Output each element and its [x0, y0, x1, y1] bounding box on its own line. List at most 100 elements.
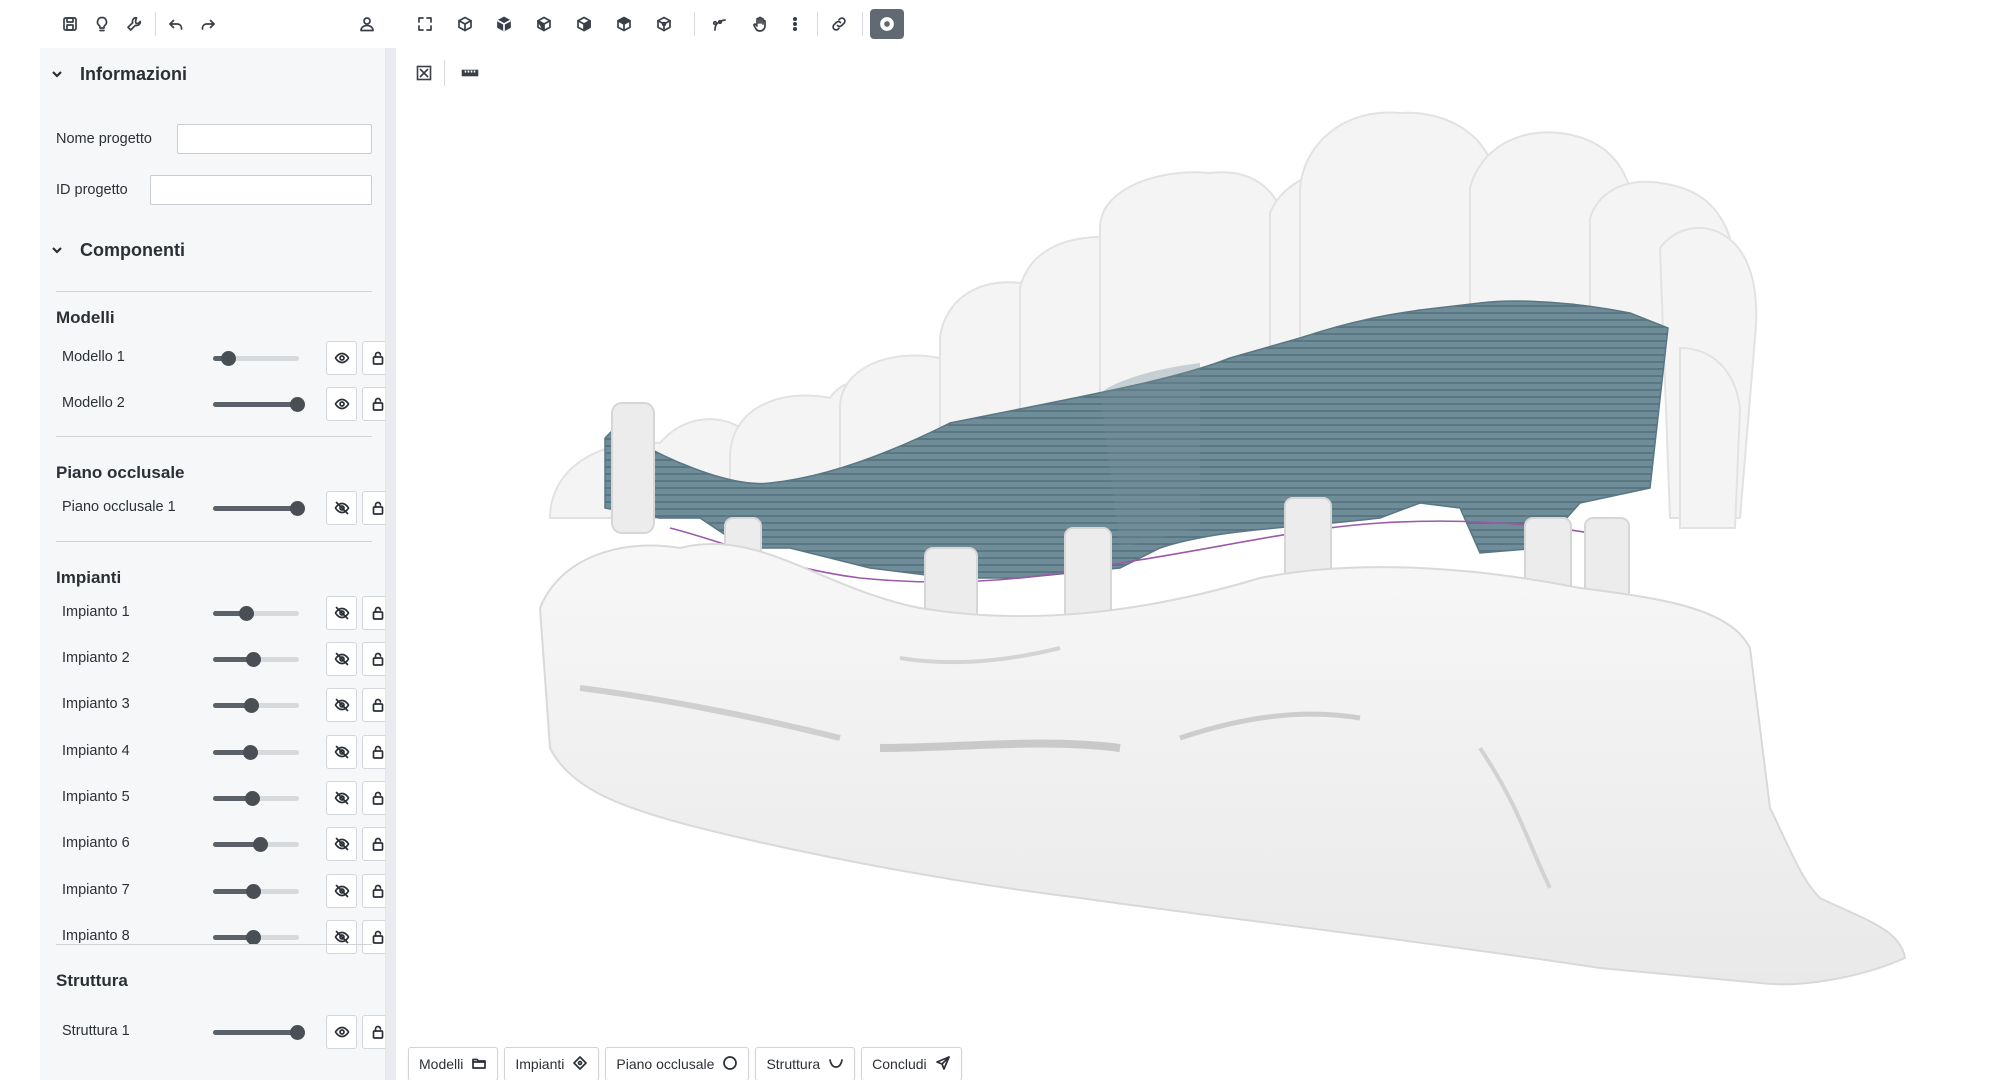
opacity-slider[interactable]: [213, 1025, 306, 1040]
panel-scrollbar[interactable]: [386, 48, 396, 1080]
lock-open-icon[interactable]: [362, 491, 385, 525]
opacity-slider[interactable]: [213, 930, 299, 945]
component-label: Piano occlusale 1: [62, 499, 176, 515]
component-row: Modello 2: [62, 387, 385, 421]
slider-fill: [213, 506, 298, 511]
informazioni-section-header[interactable]: Informazioni: [50, 60, 187, 88]
eye-off-icon[interactable]: [326, 920, 357, 954]
disc-toggle-icon[interactable]: [870, 9, 904, 39]
lock-open-icon[interactable]: [362, 1015, 385, 1049]
opacity-slider[interactable]: [213, 501, 306, 516]
lock-open-icon[interactable]: [362, 642, 385, 676]
step-piano-occlusale[interactable]: Piano occlusale: [605, 1047, 750, 1080]
save-icon[interactable]: [56, 10, 84, 38]
user-icon[interactable]: [353, 10, 381, 38]
lock-open-icon[interactable]: [362, 341, 385, 375]
component-row: Modello 1: [62, 341, 385, 375]
slider-knob[interactable]: [245, 652, 261, 667]
redo-icon[interactable]: [194, 10, 222, 38]
slider-knob[interactable]: [244, 791, 260, 806]
component-row: Impianto 5: [62, 781, 385, 815]
component-row: Impianto 7: [62, 874, 385, 908]
cube-view-1-icon[interactable]: [451, 10, 479, 38]
component-row: Impianto 2: [62, 642, 385, 676]
cube-view-4-icon[interactable]: [570, 10, 598, 38]
slider-knob[interactable]: [245, 930, 261, 945]
component-row: Impianto 4: [62, 735, 385, 769]
slider-knob[interactable]: [290, 1025, 306, 1040]
step-impianti[interactable]: Impianti: [504, 1047, 600, 1080]
slider-knob[interactable]: [290, 397, 306, 412]
step-struttura[interactable]: Struttura: [755, 1047, 856, 1080]
opacity-slider[interactable]: [213, 606, 299, 621]
opacity-slider[interactable]: [213, 698, 299, 713]
eye-off-icon[interactable]: [326, 642, 357, 676]
slider-knob[interactable]: [245, 884, 261, 899]
more-vertical-icon[interactable]: [781, 10, 809, 38]
lock-open-icon[interactable]: [362, 735, 385, 769]
cube-view-3-icon[interactable]: [530, 10, 558, 38]
componenti-section-header[interactable]: Componenti: [50, 236, 185, 264]
wrench-icon[interactable]: [120, 10, 148, 38]
link-icon[interactable]: [825, 10, 853, 38]
component-label: Impianto 8: [62, 928, 130, 944]
opacity-slider[interactable]: [213, 351, 299, 366]
component-label: Impianto 5: [62, 789, 130, 805]
step-concludi[interactable]: Concludi: [861, 1047, 962, 1080]
component-row: Struttura 1: [62, 1015, 385, 1049]
lock-open-icon[interactable]: [362, 688, 385, 722]
opacity-slider[interactable]: [213, 791, 299, 806]
eye-off-icon[interactable]: [326, 735, 357, 769]
slider-knob[interactable]: [221, 351, 237, 366]
opacity-slider[interactable]: [213, 652, 299, 667]
arch-icon: [828, 1055, 844, 1074]
lock-open-icon[interactable]: [362, 387, 385, 421]
eye-icon[interactable]: [326, 387, 357, 421]
component-label: Impianto 2: [62, 650, 130, 666]
cube-view-6-icon[interactable]: [650, 10, 678, 38]
cube-view-5-icon[interactable]: [610, 10, 638, 38]
eye-off-icon[interactable]: [326, 781, 357, 815]
slider-knob[interactable]: [290, 501, 306, 516]
eye-off-icon[interactable]: [326, 827, 357, 861]
circle-icon: [722, 1055, 738, 1074]
eye-off-icon[interactable]: [326, 688, 357, 722]
cube-view-2-icon[interactable]: [490, 10, 518, 38]
lock-open-icon[interactable]: [362, 874, 385, 908]
curve-tool-icon[interactable]: [706, 10, 734, 38]
eye-off-icon[interactable]: [326, 874, 357, 908]
eye-off-icon[interactable]: [326, 596, 357, 630]
3d-viewport[interactable]: [400, 48, 2000, 1080]
component-label: Impianto 3: [62, 696, 130, 712]
side-panel: Informazioni Nome progetto ID progetto C…: [40, 48, 386, 1080]
hand-pan-icon[interactable]: [746, 10, 774, 38]
eye-icon[interactable]: [326, 1015, 357, 1049]
top-toolbar: [0, 0, 2000, 48]
slider-knob[interactable]: [238, 606, 254, 621]
opacity-slider[interactable]: [213, 745, 299, 760]
project-name-input[interactable]: [177, 124, 372, 154]
slider-knob[interactable]: [242, 745, 258, 760]
opacity-slider[interactable]: [213, 837, 299, 852]
lock-open-icon[interactable]: [362, 781, 385, 815]
lock-open-icon[interactable]: [362, 920, 385, 954]
component-label: Modello 1: [62, 349, 125, 365]
opacity-slider[interactable]: [213, 884, 299, 899]
undo-icon[interactable]: [162, 10, 190, 38]
slider-knob[interactable]: [243, 698, 259, 713]
fullscreen-icon[interactable]: [411, 10, 439, 38]
lock-open-icon[interactable]: [362, 827, 385, 861]
eye-icon[interactable]: [326, 341, 357, 375]
slider-knob[interactable]: [253, 837, 269, 852]
lightbulb-icon[interactable]: [88, 10, 116, 38]
lock-open-icon[interactable]: [362, 596, 385, 630]
opacity-slider[interactable]: [213, 397, 306, 412]
divider: [56, 291, 372, 292]
project-id-label: ID progetto: [56, 182, 128, 198]
component-row: Impianto 6: [62, 827, 385, 861]
dental-model-render[interactable]: [400, 48, 2000, 1080]
eye-off-icon[interactable]: [326, 491, 357, 525]
project-id-input[interactable]: [150, 175, 372, 205]
step-modelli[interactable]: Modelli: [408, 1047, 499, 1080]
component-label: Impianto 6: [62, 835, 130, 851]
